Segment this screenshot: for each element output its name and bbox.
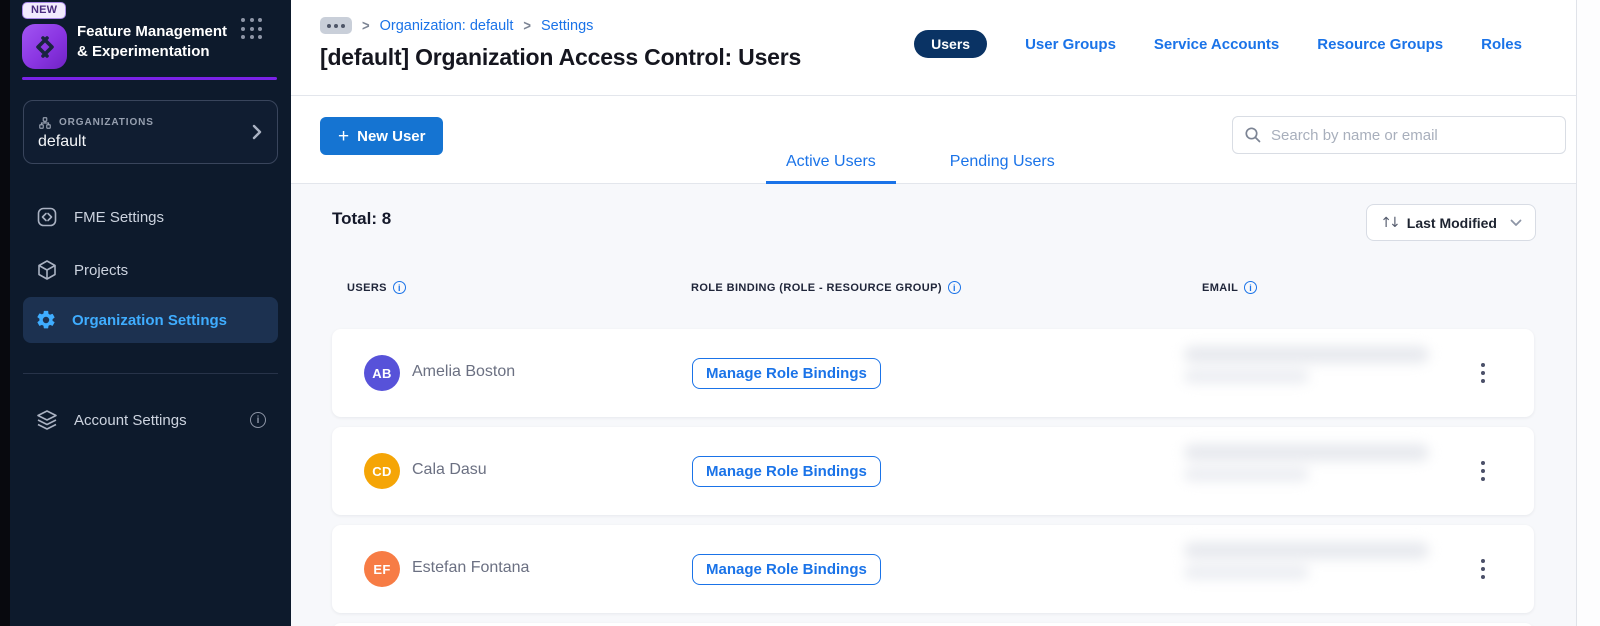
total-count: Total: 8: [332, 209, 392, 228]
sidebar: NEW Feature Management & Experimentation: [10, 0, 291, 626]
manage-role-bindings-button[interactable]: Manage Role Bindings: [692, 554, 881, 585]
email-redacted: [1184, 346, 1429, 383]
search-icon: [1244, 126, 1262, 144]
table-column-headers: USERS ROLE BINDING (ROLE - RESOURCE GROU…: [291, 281, 1576, 297]
row-menu-kebab-icon[interactable]: [1474, 551, 1492, 587]
info-icon[interactable]: [250, 412, 266, 428]
page-header: > Organization: default > Settings [defa…: [291, 0, 1576, 96]
app-window: NEW Feature Management & Experimentation: [0, 0, 1600, 626]
tab-resource-groups[interactable]: Resource Groups: [1317, 36, 1443, 53]
access-control-tabs: Users User Groups Service Accounts Resou…: [914, 30, 1522, 58]
breadcrumb-link-organization[interactable]: Organization: default: [380, 18, 514, 34]
column-header-role-binding: ROLE BINDING (ROLE - RESOURCE GROUP): [691, 281, 961, 294]
sidebar-item-label: FME Settings: [74, 208, 165, 226]
chevron-down-icon: [1510, 219, 1522, 227]
brand-accent-line: [22, 77, 277, 80]
email-redacted: [1184, 444, 1429, 481]
sidebar-item-label: Projects: [74, 261, 129, 279]
breadcrumb-ellipsis-icon[interactable]: [320, 17, 352, 34]
tab-roles[interactable]: Roles: [1481, 36, 1522, 53]
breadcrumb-link-settings[interactable]: Settings: [541, 18, 593, 34]
sidebar-item-organization-settings[interactable]: Organization Settings: [23, 297, 278, 343]
org-selector-text: ORGANIZATIONS default: [38, 114, 251, 151]
table-row: CD Cala Dasu Manage Role Bindings: [332, 427, 1534, 515]
row-menu-kebab-icon[interactable]: [1474, 453, 1492, 489]
sort-dropdown[interactable]: Last Modified: [1366, 204, 1536, 241]
column-header-users: USERS: [347, 281, 406, 294]
manage-role-bindings-button[interactable]: Manage Role Bindings: [692, 358, 881, 389]
module-grid-icon[interactable]: [239, 16, 265, 42]
org-selector[interactable]: ORGANIZATIONS default: [23, 100, 278, 164]
user-name: Cala Dasu: [412, 461, 487, 478]
fme-logo-icon: [22, 24, 67, 69]
sidebar-item-account-settings[interactable]: Account Settings: [23, 400, 278, 440]
new-badge: NEW: [22, 2, 67, 19]
chevron-separator-icon: >: [362, 16, 370, 35]
new-user-button[interactable]: New User: [320, 117, 444, 155]
breadcrumb: > Organization: default > Settings: [320, 17, 593, 34]
avatar: AB: [364, 355, 400, 391]
column-header-email: EMAIL: [1202, 281, 1258, 294]
tab-active-users[interactable]: Active Users: [766, 153, 896, 184]
users-table: AB Amelia Boston Manage Role Bindings CD…: [332, 329, 1534, 626]
page-right-gutter: [1577, 0, 1600, 626]
fme-settings-icon: [35, 205, 59, 229]
toolbar: New User Active Users Pending Users: [291, 96, 1576, 184]
info-icon[interactable]: [392, 281, 406, 294]
info-icon[interactable]: [947, 281, 961, 294]
avatar: EF: [364, 551, 400, 587]
search-input[interactable]: [1232, 116, 1566, 154]
tab-users[interactable]: Users: [914, 30, 988, 58]
projects-cube-icon: [35, 258, 59, 282]
sidebar-item-label: Account Settings: [74, 411, 187, 429]
sort-dropdown-value: Last Modified: [1406, 214, 1497, 231]
sidebar-divider: [23, 373, 278, 374]
sort-arrows-icon: [1380, 215, 1397, 231]
row-menu-kebab-icon[interactable]: [1474, 355, 1492, 391]
org-selector-value: default: [38, 132, 87, 150]
org-tree-icon: [38, 116, 52, 130]
info-icon[interactable]: [1244, 281, 1258, 294]
page-title: [default] Organization Access Control: U…: [320, 44, 802, 70]
chevron-right-icon: [251, 123, 263, 141]
email-redacted: [1184, 542, 1429, 579]
sidebar-item-fme-settings[interactable]: FME Settings: [23, 197, 278, 237]
user-name: Estefan Fontana: [412, 559, 530, 576]
user-name: Amelia Boston: [412, 363, 516, 380]
layers-icon: [35, 408, 59, 432]
manage-role-bindings-button[interactable]: Manage Role Bindings: [692, 456, 881, 487]
main-area: > Organization: default > Settings [defa…: [291, 0, 1577, 626]
tab-service-accounts[interactable]: Service Accounts: [1154, 36, 1279, 53]
tab-pending-users[interactable]: Pending Users: [930, 153, 1075, 184]
table-row: AB Amelia Boston Manage Role Bindings: [332, 329, 1534, 417]
sidebar-item-label: Organization Settings: [72, 311, 228, 329]
product-title: Feature Management & Experimentation: [77, 23, 228, 60]
tab-user-groups[interactable]: User Groups: [1025, 36, 1116, 53]
screen-edge: [0, 0, 10, 626]
org-selector-label: ORGANIZATIONS: [59, 117, 154, 128]
chevron-separator-icon: >: [523, 16, 531, 35]
table-row: EF Estefan Fontana Manage Role Bindings: [332, 525, 1534, 613]
users-list-panel: Total: 8 Last Modified USERS ROLE BINDIN…: [291, 184, 1576, 626]
plus-icon: [338, 127, 349, 146]
user-state-tabs: Active Users Pending Users: [766, 153, 1075, 184]
sidebar-item-projects[interactable]: Projects: [23, 250, 278, 290]
avatar: CD: [364, 453, 400, 489]
new-user-button-label: New User: [357, 127, 426, 145]
search-box: [1232, 116, 1566, 154]
gear-icon: [35, 309, 57, 331]
